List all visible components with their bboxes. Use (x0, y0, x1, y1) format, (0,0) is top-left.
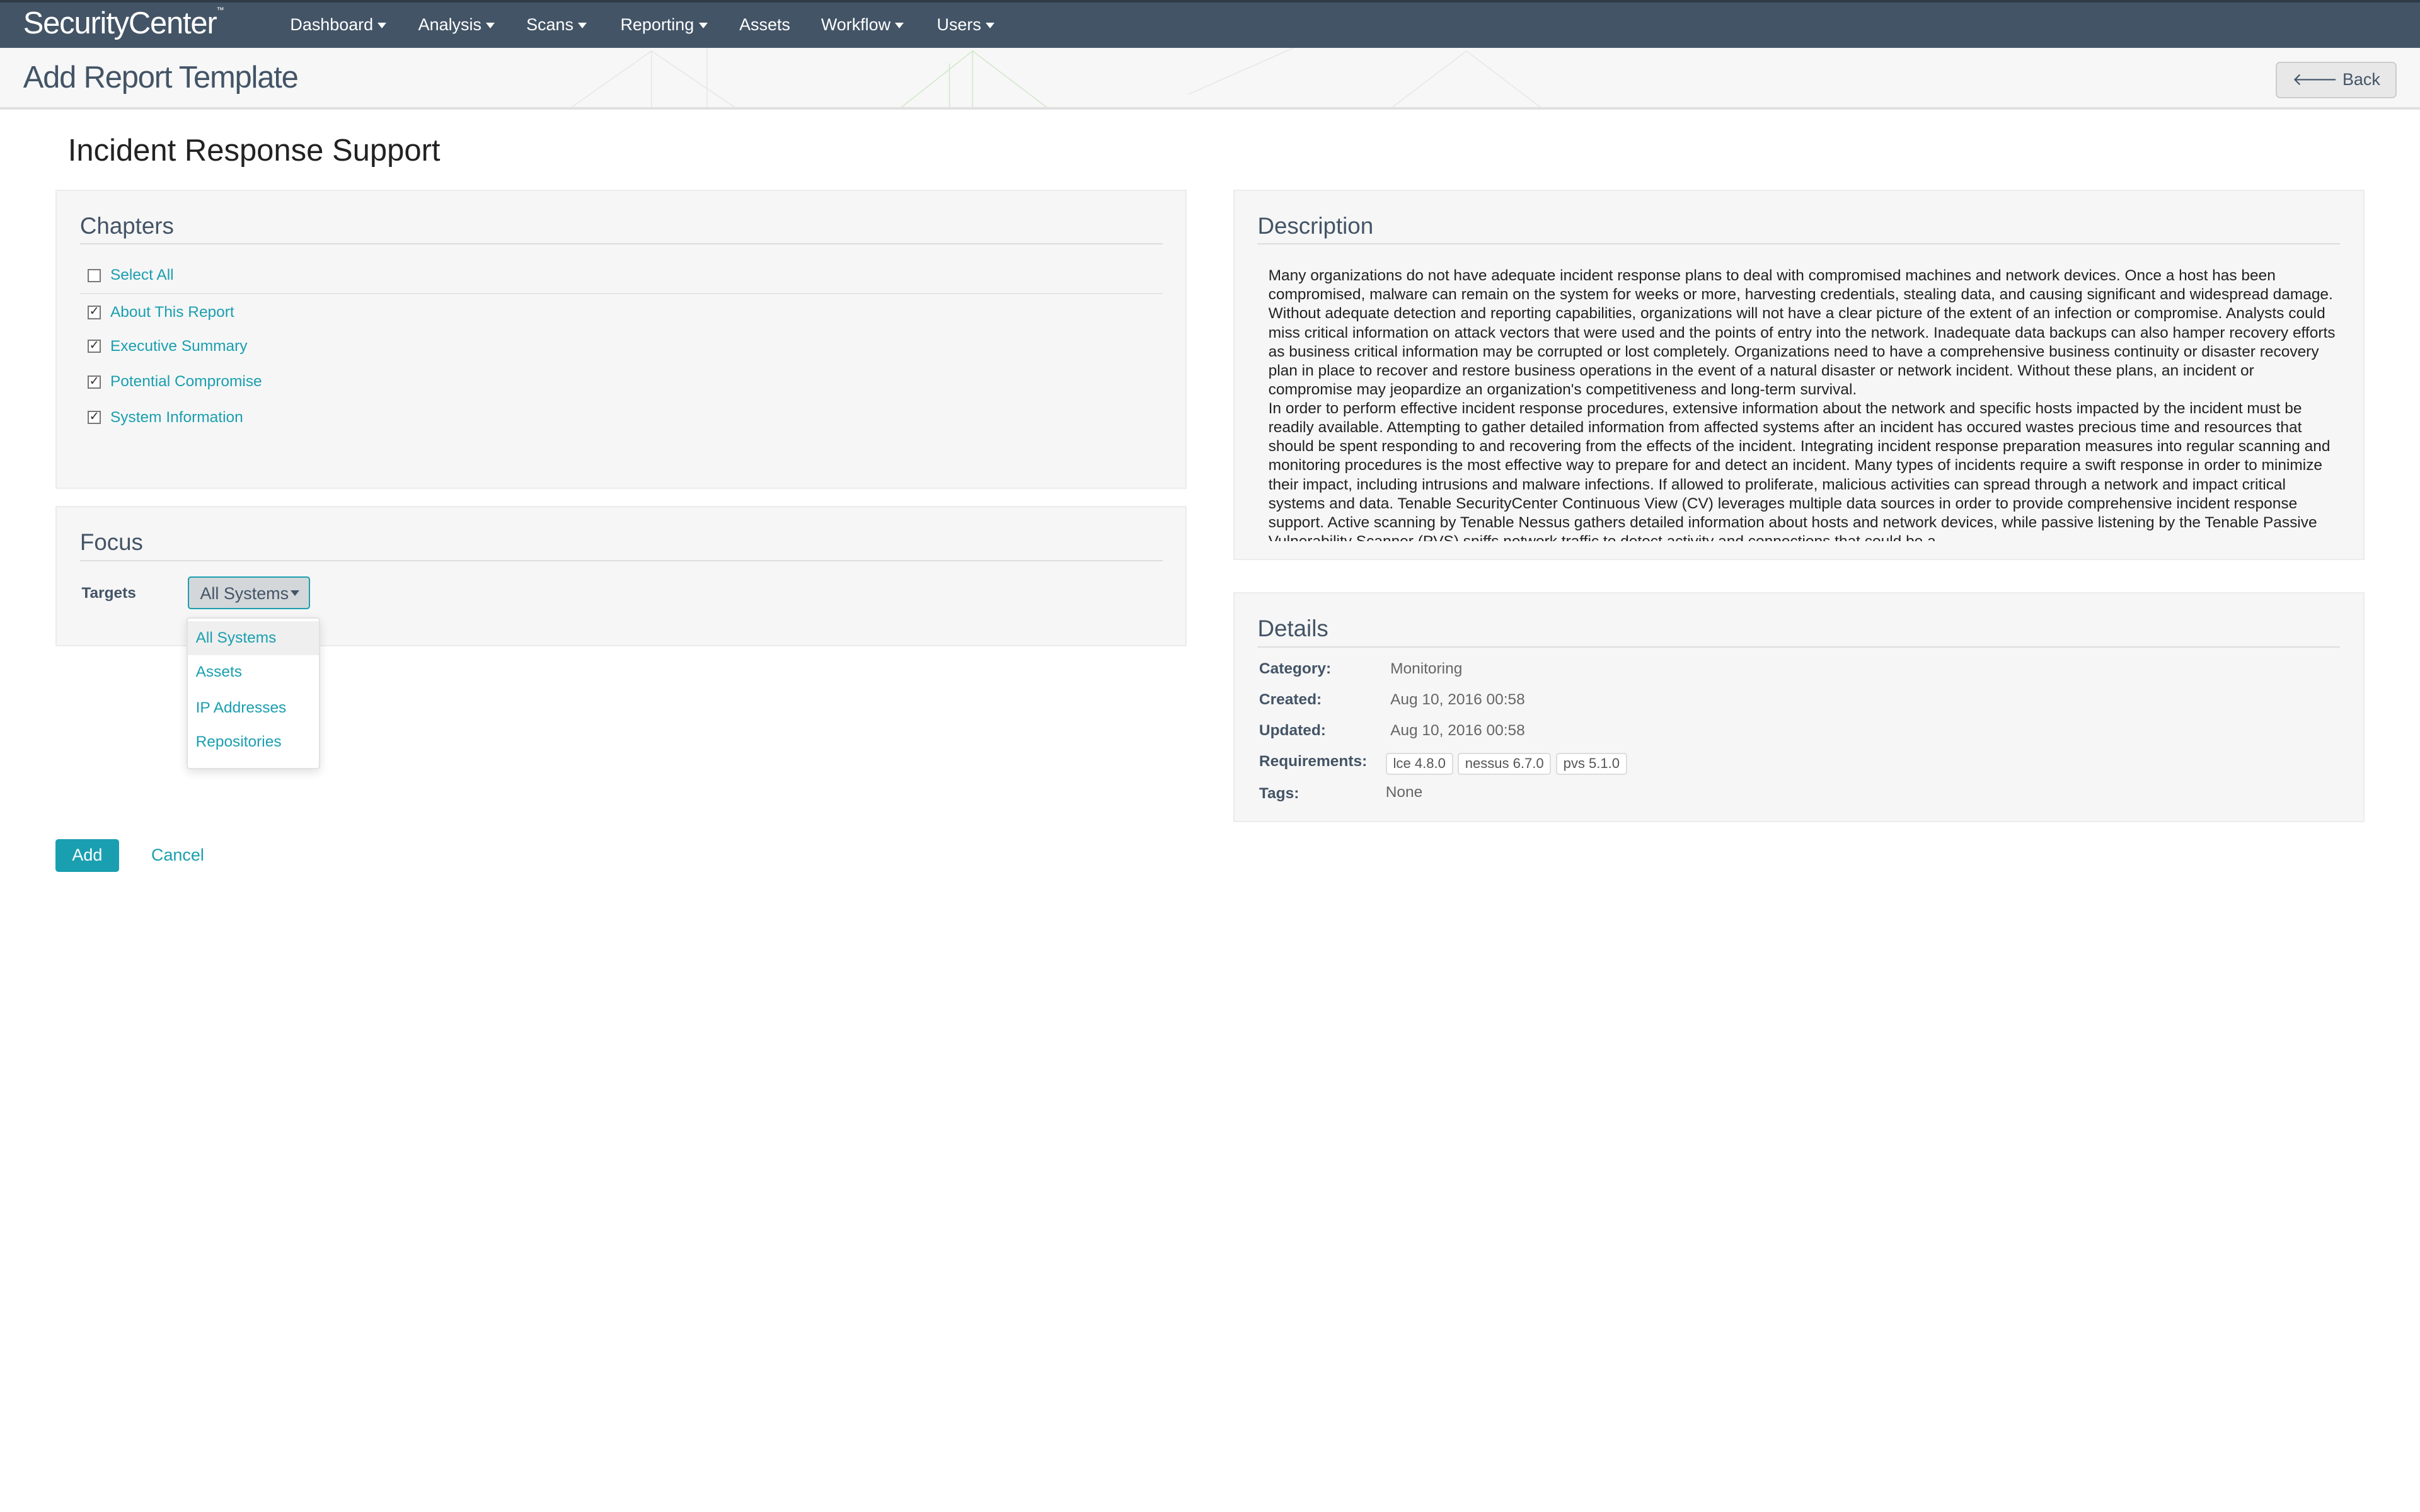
caret-down-icon (377, 22, 387, 28)
requirements-badges: lce 4.8.0 nessus 6.7.0 pvs 5.1.0 (1385, 752, 1632, 775)
nav-label: Scans (526, 14, 573, 34)
nav-workflow[interactable]: Workflow (821, 15, 904, 35)
caret-down-icon (291, 590, 300, 596)
description-heading: Description (1257, 212, 1374, 239)
checkbox-checked-icon: ✓ (88, 411, 101, 425)
category-label: Category: (1259, 660, 1332, 677)
divider (79, 292, 1163, 294)
nav-assets[interactable]: Assets (739, 15, 790, 35)
divider (79, 559, 1163, 561)
chapter-about-this-report[interactable]: ✓ About This Report (88, 304, 234, 321)
back-button[interactable]: 🡐 Back (2275, 61, 2397, 98)
requirements-label: Requirements: (1259, 752, 1368, 770)
divider (79, 243, 1163, 245)
back-label: Back (2342, 69, 2380, 89)
chapter-system-information[interactable]: ✓ System Information (88, 409, 243, 427)
nav-label: Dashboard (290, 14, 374, 34)
nav-label: Workflow (821, 14, 891, 34)
template-title: Incident Response Support (67, 133, 441, 168)
nav-analysis[interactable]: Analysis (418, 15, 495, 35)
nav-users[interactable]: Users (937, 15, 995, 35)
arrow-left-icon: 🡐 (2292, 69, 2338, 89)
caret-down-icon (486, 22, 495, 28)
targets-value: All Systems (200, 584, 289, 604)
divider (1257, 646, 2341, 648)
chapter-potential-compromise[interactable]: ✓ Potential Compromise (88, 373, 262, 391)
nav-label: Assets (739, 14, 790, 34)
tags-value: None (1385, 783, 1423, 801)
targets-dropdown-menu: All Systems Assets IP Addresses Reposito… (187, 617, 321, 770)
requirement-badge: nessus 6.7.0 (1457, 752, 1552, 775)
checkbox-icon (88, 268, 101, 282)
page-header: Add Report Template 🡐 Back (0, 47, 2420, 110)
updated-label: Updated: (1259, 721, 1326, 739)
updated-value: Aug 10, 2016 00:58 (1390, 721, 1525, 739)
nav-dashboard[interactable]: Dashboard (290, 14, 387, 35)
nav-reporting[interactable]: Reporting (620, 14, 708, 35)
caret-down-icon (986, 22, 995, 28)
logo-text: SecurityCenter (23, 6, 217, 40)
securitycenter-logo[interactable]: SecurityCenter™ (23, 6, 224, 41)
description-paragraph: Many organizations do not have adequate … (1268, 267, 2336, 398)
cancel-link[interactable]: Cancel (151, 845, 204, 865)
created-label: Created: (1259, 690, 1322, 708)
requirement-badge: lce 4.8.0 (1385, 752, 1453, 775)
details-heading: Details (1257, 615, 1328, 641)
select-all-checkbox[interactable]: Select All (88, 266, 174, 284)
page-title: Add Report Template (23, 60, 299, 95)
chapters-panel: Chapters Select All ✓ About This Report ✓… (55, 190, 1187, 490)
nav-scans[interactable]: Scans (526, 15, 587, 35)
checkbox-checked-icon: ✓ (88, 306, 101, 319)
focus-heading: Focus (79, 529, 143, 555)
description-panel: Description Many organizations do not ha… (1233, 190, 2365, 560)
requirement-badge: pvs 5.1.0 (1555, 752, 1627, 775)
option-repositories[interactable]: Repositories (188, 725, 319, 759)
add-button[interactable]: Add (55, 839, 119, 872)
caret-down-icon (578, 22, 587, 28)
description-text-scroll[interactable]: Many organizations do not have adequate … (1269, 266, 2336, 541)
description-paragraph: In order to perform effective incident r… (1268, 400, 2331, 541)
option-ip-addresses[interactable]: IP Addresses (188, 691, 319, 725)
chapters-heading: Chapters (79, 212, 174, 239)
caret-down-icon (698, 22, 708, 28)
option-assets[interactable]: Assets (188, 655, 319, 689)
nav-label: Users (936, 14, 981, 34)
checkbox-checked-icon: ✓ (88, 375, 101, 389)
option-all-systems[interactable]: All Systems (188, 621, 320, 656)
targets-select[interactable]: All Systems (188, 576, 310, 609)
tags-label: Tags: (1259, 785, 1299, 803)
created-value: Aug 10, 2016 00:58 (1390, 690, 1525, 708)
category-value: Monitoring (1390, 660, 1463, 677)
top-navbar: SecurityCenter™ Dashboard Analysis Scans… (0, 0, 2420, 48)
checkbox-label: Executive Summary (110, 337, 248, 355)
divider (1257, 243, 2341, 245)
checkbox-label: System Information (110, 408, 243, 426)
checkbox-label: Select All (110, 266, 174, 284)
nav-label: Reporting (620, 14, 694, 34)
checkbox-label: About This Report (110, 303, 234, 321)
caret-down-icon (895, 22, 904, 28)
logo-tm: ™ (216, 5, 224, 14)
checkbox-label: Potential Compromise (110, 373, 262, 391)
details-panel: Details Category: Monitoring Created: Au… (1233, 592, 2365, 823)
chapter-executive-summary[interactable]: ✓ Executive Summary (88, 337, 248, 355)
background-pattern (570, 47, 1541, 107)
nav-label: Analysis (418, 14, 481, 34)
targets-label: Targets (81, 584, 136, 602)
checkbox-checked-icon: ✓ (88, 340, 101, 353)
